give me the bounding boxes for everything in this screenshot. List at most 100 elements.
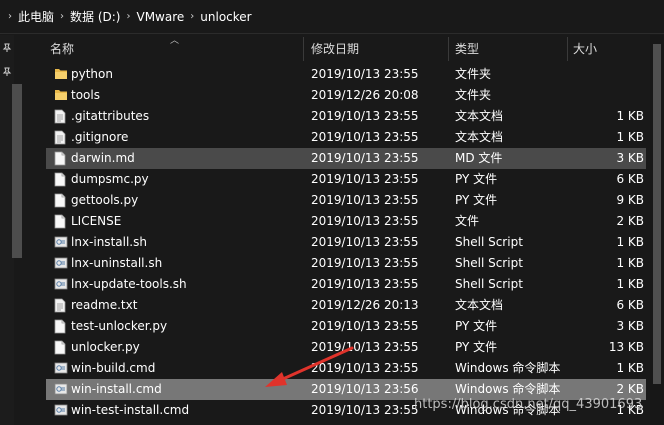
file-date: 2019/10/13 23:55 — [311, 109, 419, 123]
file-type: 文件夹 — [455, 67, 492, 81]
file-size: 1 KB — [616, 361, 644, 375]
script-icon — [54, 361, 68, 376]
file-date: 2019/10/13 23:55 — [311, 403, 419, 417]
file-name: win-install.cmd — [71, 382, 162, 396]
file-name: readme.txt — [71, 298, 138, 312]
file-type: MD 文件 — [455, 151, 503, 165]
file-row[interactable]: .gitignore 2019/10/13 23:55 文本文档 1 KB — [46, 127, 646, 148]
column-type[interactable]: 类型 — [455, 37, 479, 61]
file-name: unlocker.py — [71, 340, 140, 354]
file-icon — [54, 340, 66, 355]
script-icon — [54, 403, 68, 418]
file-type: 文件夹 — [455, 88, 492, 102]
file-size: 1 KB — [616, 109, 644, 123]
file-size: 1 KB — [616, 277, 644, 291]
file-date: 2019/10/13 23:55 — [311, 277, 419, 291]
file-icon — [54, 214, 66, 229]
file-type: Shell Script — [455, 256, 523, 270]
file-type: 文本文档 — [455, 298, 504, 312]
file-size: 9 KB — [616, 193, 644, 207]
file-row[interactable]: gettools.py 2019/10/13 23:55 PY 文件 9 KB — [46, 190, 646, 211]
file-name: gettools.py — [71, 193, 139, 207]
file-size: 3 KB — [616, 319, 644, 333]
file-type: PY 文件 — [455, 172, 498, 186]
file-row[interactable]: lnx-uninstall.sh 2019/10/13 23:55 Shell Sc… — [46, 253, 646, 274]
file-name: test-unlocker.py — [71, 319, 168, 333]
file-name: lnx-uninstall.sh — [71, 256, 163, 270]
file-name: .gitignore — [71, 130, 129, 144]
breadcrumb-drive[interactable]: 数据 (D:) — [70, 8, 120, 25]
column-name[interactable]: 名称 — [50, 37, 74, 61]
file-date: 2019/10/13 23:55 — [311, 172, 419, 186]
file-type: PY 文件 — [455, 193, 498, 207]
file-size: 1 KB — [616, 130, 644, 144]
file-date: 2019/10/13 23:55 — [311, 319, 419, 333]
chevron-right-icon[interactable]: › — [8, 11, 12, 22]
file-icon — [54, 193, 66, 208]
chevron-right-icon[interactable]: › — [190, 11, 194, 22]
file-size: 6 KB — [616, 172, 644, 186]
address-bar[interactable]: › 此电脑 › 数据 (D:) › VMware › unlocker — [0, 0, 664, 34]
column-header: ︿ 名称 修改日期 类型 大小 — [40, 36, 664, 61]
column-divider[interactable] — [448, 37, 449, 61]
file-row[interactable]: test-unlocker.py 2019/10/13 23:55 PY 文件 3 K… — [46, 316, 646, 337]
file-name: tools — [71, 88, 100, 102]
file-row-selected[interactable]: darwin.md 2019/10/13 23:55 MD 文件 3 KB — [46, 148, 646, 169]
file-type: 文件 — [455, 214, 480, 228]
file-name: lnx-install.sh — [71, 235, 147, 249]
file-type: Shell Script — [455, 235, 523, 249]
script-icon — [54, 382, 68, 397]
file-date: 2019/12/26 20:08 — [311, 88, 419, 102]
file-date: 2019/10/13 23:55 — [311, 214, 419, 228]
file-row[interactable]: readme.txt 2019/12/26 20:13 文本文档 6 KB — [46, 295, 646, 316]
file-date: 2019/10/13 23:55 — [311, 151, 419, 165]
file-icon — [54, 319, 66, 334]
text-file-icon — [54, 130, 66, 145]
pin-icon[interactable] — [2, 43, 12, 53]
column-divider[interactable] — [567, 37, 568, 61]
annotation-arrow-icon — [265, 346, 354, 387]
file-row[interactable]: .gitattributes 2019/10/13 23:55 文本文档 1 KB — [46, 106, 646, 127]
file-date: 2019/10/13 23:55 — [311, 256, 419, 270]
file-name: darwin.md — [71, 151, 135, 165]
file-name: LICENSE — [71, 214, 122, 228]
file-name: .gitattributes — [71, 109, 150, 123]
file-date: 2019/10/13 23:55 — [311, 235, 419, 249]
column-divider[interactable] — [303, 37, 304, 61]
file-size: 6 KB — [616, 298, 644, 312]
scrollbar-thumb[interactable] — [653, 44, 661, 384]
file-row[interactable]: LICENSE 2019/10/13 23:55 文件 2 KB — [46, 211, 646, 232]
file-date: 2019/12/26 20:13 — [311, 298, 419, 312]
breadcrumb-vmware[interactable]: VMware — [136, 10, 184, 24]
file-size: 3 KB — [616, 151, 644, 165]
file-row[interactable]: lnx-update-tools.sh 2019/10/13 23:55 Shell… — [46, 274, 646, 295]
column-size[interactable]: 大小 — [573, 37, 597, 61]
chevron-right-icon[interactable]: › — [126, 11, 130, 22]
file-row[interactable]: python 2019/10/13 23:55 文件夹 — [46, 64, 646, 85]
file-type: PY 文件 — [455, 340, 498, 354]
file-type: Shell Script — [455, 277, 523, 291]
text-file-icon — [54, 298, 66, 313]
pin-icon[interactable] — [2, 67, 12, 77]
file-name: win-test-install.cmd — [71, 403, 190, 417]
file-row[interactable]: tools 2019/12/26 20:08 文件夹 — [46, 85, 646, 106]
file-icon — [54, 172, 66, 187]
file-date: 2019/10/13 23:55 — [311, 130, 419, 144]
breadcrumb-this-pc[interactable]: 此电脑 — [18, 8, 54, 25]
text-file-icon — [54, 109, 66, 124]
file-name: dumpsmc.py — [71, 172, 149, 186]
sort-ascending-icon: ︿ — [170, 36, 180, 46]
file-name: win-build.cmd — [71, 361, 156, 375]
file-type: 文本文档 — [455, 130, 504, 144]
breadcrumb-unlocker[interactable]: unlocker — [200, 10, 251, 24]
file-row[interactable]: dumpsmc.py 2019/10/13 23:55 PY 文件 6 KB — [46, 169, 646, 190]
file-size: 13 KB — [608, 340, 644, 354]
script-icon — [54, 235, 68, 250]
column-date[interactable]: 修改日期 — [311, 37, 359, 61]
watermark: https://blog.csdn.net/qq_43901693 — [414, 397, 643, 412]
nav-scrollbar-thumb[interactable] — [12, 84, 22, 258]
file-row[interactable]: lnx-install.sh 2019/10/13 23:55 Shell Scri… — [46, 232, 646, 253]
file-name: lnx-update-tools.sh — [71, 277, 187, 291]
chevron-right-icon[interactable]: › — [60, 11, 64, 22]
file-size: 1 KB — [616, 256, 644, 270]
